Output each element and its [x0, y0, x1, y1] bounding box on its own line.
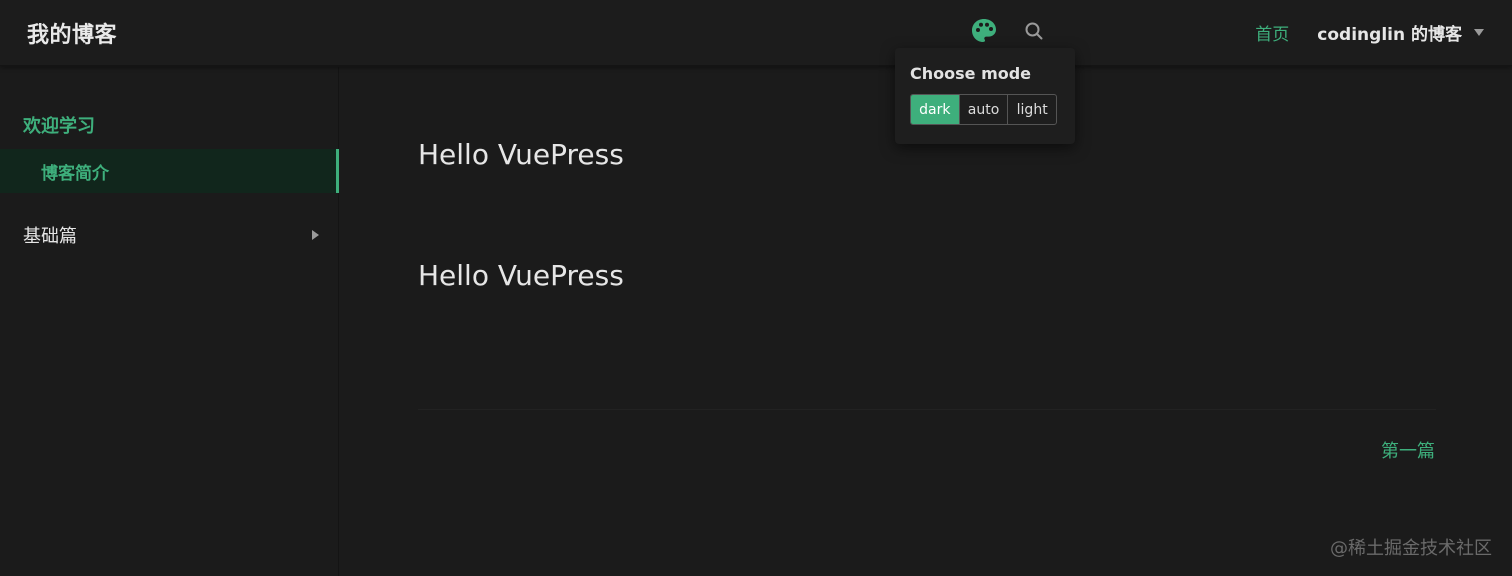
sidebar-item-label: 博客简介	[41, 163, 109, 184]
nav-dropdown-blog[interactable]: codinglin 的博客	[1317, 20, 1484, 45]
mode-popup: Choose mode dark auto light	[895, 48, 1075, 144]
nav-dropdown-label: codinglin 的博客	[1317, 25, 1462, 45]
next-page-link[interactable]: 第一篇	[1381, 437, 1435, 463]
sidebar: 欢迎学习 博客简介 基础篇	[0, 67, 339, 576]
watermark: @稀土掘金技术社区	[1330, 538, 1492, 559]
nav-link-home[interactable]: 首页	[1255, 20, 1289, 45]
search-icon[interactable]	[1023, 20, 1045, 42]
chevron-right-icon	[312, 230, 319, 240]
mode-option-light[interactable]: light	[1008, 95, 1056, 124]
sidebar-group-label: 基础篇	[23, 226, 77, 247]
sidebar-item-intro[interactable]: 博客简介	[0, 149, 339, 193]
content-heading-1: Hello VuePress	[418, 138, 624, 171]
nav-links: 首页 codinglin 的博客	[1255, 20, 1484, 45]
page-divider	[418, 409, 1436, 410]
mode-popup-title: Choose mode	[910, 64, 1032, 83]
site-title[interactable]: 我的博客	[27, 17, 117, 49]
mode-option-dark[interactable]: dark	[911, 95, 960, 124]
palette-icon[interactable]	[970, 17, 998, 45]
mode-options: dark auto light	[910, 94, 1057, 125]
chevron-down-icon	[1474, 29, 1484, 36]
sidebar-group-basics[interactable]: 基础篇	[0, 213, 339, 257]
mode-option-auto[interactable]: auto	[960, 95, 1009, 124]
sidebar-group-title[interactable]: 欢迎学习	[23, 112, 95, 138]
navbar: 我的博客 首页 codinglin 的博客	[0, 0, 1512, 66]
content-heading-2: Hello VuePress	[418, 259, 624, 292]
